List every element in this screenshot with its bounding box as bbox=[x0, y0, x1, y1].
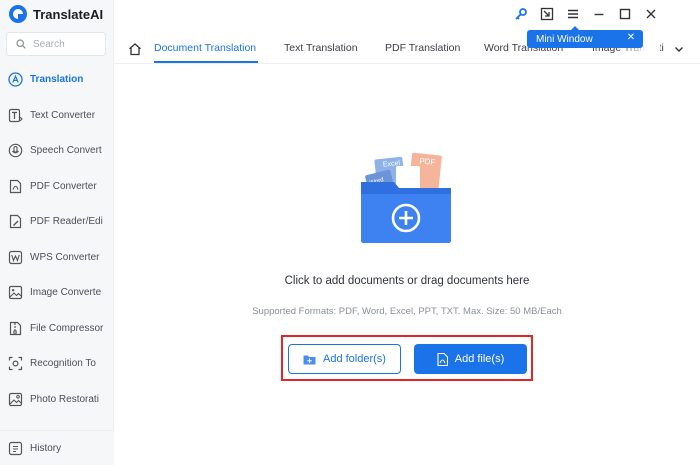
minimize-icon[interactable] bbox=[586, 5, 612, 23]
add-file-button[interactable]: Add file(s) bbox=[414, 344, 527, 374]
supported-formats: Supported Formats: PDF, Word, Excel, PPT… bbox=[252, 306, 562, 317]
sidebar-item-label: Recognition To bbox=[30, 358, 96, 370]
sidebar-item-pdf-converter[interactable]: PDF Converter bbox=[0, 169, 114, 205]
menu-icon[interactable] bbox=[560, 5, 586, 23]
mini-window-tooltip: Mini Window ✕ bbox=[527, 26, 643, 48]
sidebar-item-text-converter[interactable]: Text Converter bbox=[0, 98, 114, 134]
sidebar-item-photo-restoration[interactable]: Photo Restorati bbox=[0, 382, 114, 418]
tab-pdf-translation[interactable]: PDF Translation bbox=[385, 42, 460, 54]
recognition-icon bbox=[8, 356, 23, 371]
compress-icon bbox=[8, 321, 23, 336]
photo-icon bbox=[8, 392, 23, 407]
app-window: TranslateAI Translation Text Converter bbox=[0, 0, 700, 465]
tab-bar-divider bbox=[114, 63, 700, 64]
history-icon bbox=[8, 441, 23, 456]
tooltip-close-icon[interactable]: ✕ bbox=[626, 33, 636, 43]
close-icon[interactable] bbox=[638, 5, 664, 23]
sidebar-nav: Translation Text Converter Speech Conver… bbox=[0, 62, 114, 417]
sidebar-item-history[interactable]: History bbox=[0, 430, 114, 465]
sidebar-item-image-converter[interactable]: Image Converte bbox=[0, 275, 114, 311]
sidebar: TranslateAI Translation Text Converter bbox=[0, 0, 114, 465]
chevron-down-icon[interactable] bbox=[670, 40, 688, 58]
titlebar-controls bbox=[508, 5, 664, 23]
speech-icon bbox=[8, 143, 23, 158]
add-folder-label: Add folder(s) bbox=[323, 353, 386, 365]
tooltip-text: Mini Window bbox=[536, 33, 593, 45]
wps-icon bbox=[8, 250, 23, 265]
sidebar-item-speech-convert[interactable]: Speech Convert bbox=[0, 133, 114, 169]
drop-hint: Click to add documents or drag documents… bbox=[284, 275, 530, 287]
folder-icon bbox=[303, 355, 316, 364]
sidebar-item-label: Image Converte bbox=[30, 287, 102, 299]
mini-window-icon[interactable] bbox=[534, 5, 560, 23]
sidebar-item-label: Speech Convert bbox=[30, 145, 102, 157]
add-documents-illustration[interactable]: Excel PDF Word bbox=[358, 152, 454, 244]
pdf-art-label: PDF bbox=[419, 156, 436, 167]
sidebar-item-label: File Compressor bbox=[30, 322, 104, 334]
history-label: History bbox=[30, 442, 62, 454]
sidebar-item-pdf-reader[interactable]: PDF Reader/Edi bbox=[0, 204, 114, 240]
sidebar-item-label: PDF Converter bbox=[30, 180, 97, 192]
sidebar-item-label: Text Converter bbox=[30, 109, 96, 121]
sidebar-item-label: WPS Converter bbox=[30, 251, 100, 263]
tab-document-translation[interactable]: Document Translation bbox=[154, 42, 256, 54]
sidebar-item-label: PDF Reader/Edi bbox=[30, 216, 103, 228]
search-icon bbox=[16, 39, 26, 49]
pdf-icon bbox=[8, 179, 23, 194]
text-icon bbox=[8, 108, 23, 123]
logo-icon bbox=[9, 5, 27, 23]
sidebar-item-label: Photo Restorati bbox=[30, 393, 99, 405]
key-icon[interactable] bbox=[508, 5, 534, 23]
translate-icon bbox=[8, 72, 23, 87]
pdf-reader-icon bbox=[8, 214, 23, 229]
sidebar-item-label: Translation bbox=[30, 74, 84, 86]
sidebar-item-wps-converter[interactable]: WPS Converter bbox=[0, 240, 114, 276]
app-name: TranslateAI bbox=[33, 6, 104, 22]
search-box[interactable] bbox=[6, 32, 106, 56]
sidebar-item-file-compressor[interactable]: File Compressor bbox=[0, 311, 114, 347]
add-file-label: Add file(s) bbox=[454, 353, 505, 365]
image-icon bbox=[8, 285, 23, 300]
maximize-icon[interactable] bbox=[612, 5, 638, 23]
search-input[interactable] bbox=[33, 38, 93, 50]
file-icon bbox=[437, 352, 448, 366]
add-folder-button[interactable]: Add folder(s) bbox=[288, 344, 401, 374]
sidebar-item-translation[interactable]: Translation bbox=[0, 62, 114, 98]
home-icon[interactable] bbox=[128, 42, 142, 56]
tab-text-translation[interactable]: Text Translation bbox=[284, 42, 358, 54]
app-logo: TranslateAI bbox=[9, 5, 103, 23]
sidebar-item-recognition-tool[interactable]: Recognition To bbox=[0, 346, 114, 382]
